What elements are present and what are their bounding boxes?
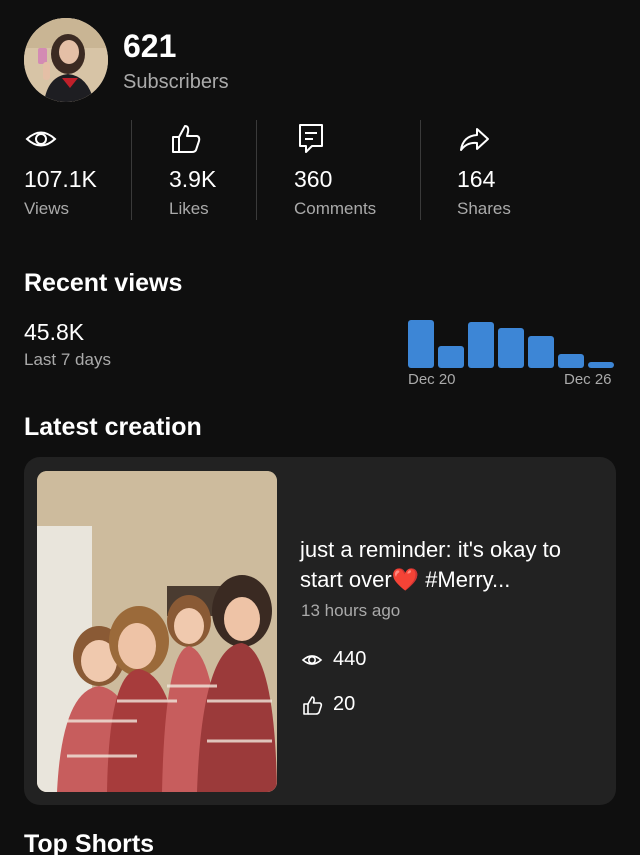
stat-views[interactable]: 107.1K Views [24,122,97,222]
avatar[interactable] [24,18,108,102]
stat-comments[interactable]: 360 Comments [294,122,376,222]
video-likes-value: 20 [333,693,356,715]
latest-creation-title: Latest creation [24,413,202,441]
chart-bar [528,336,554,368]
chart-start-label: Dec 20 [408,371,456,388]
video-views-value: 440 [333,648,367,670]
comment-icon [299,124,323,153]
stat-likes[interactable]: 3.9K Likes [169,122,216,222]
subscriber-label: Subscribers [123,71,229,93]
likes-value: 3.9K [169,166,217,192]
shares-value: 164 [457,166,496,192]
stat-divider [131,120,132,220]
stat-shares[interactable]: 164 Shares [457,122,511,222]
thumbnail-image [37,471,277,792]
eye-icon [25,131,57,147]
chart-bar [558,354,584,368]
chart-bar [498,328,524,368]
chart-end-label: Dec 26 [564,371,612,388]
video-thumbnail[interactable] [37,471,277,792]
video-likes: 20 [301,693,355,716]
subscriber-count: 621 [123,28,177,64]
recent-views-chart[interactable] [405,312,617,370]
video-title[interactable]: just a reminder: it's okay to start over… [300,535,600,595]
views-value: 107.1K [24,166,97,192]
likes-label: Likes [169,199,209,218]
recent-views-period: Last 7 days [24,350,111,369]
chart-bar [438,346,464,368]
analytics-page: 621 Subscribers 107.1K Views 3.9K Likes … [0,0,640,855]
comments-value: 360 [294,166,333,192]
recent-views-title: Recent views [24,269,183,297]
eye-icon [301,654,323,665]
thumbs-up-icon [172,125,201,153]
top-shorts-title: Top Shorts [24,830,155,855]
chart-bar [408,320,434,368]
comments-label: Comments [294,199,377,218]
stat-divider [420,120,421,220]
thumbs-up-icon [303,695,323,715]
views-label: Views [24,199,70,218]
video-posted-time: 13 hours ago [301,601,401,620]
avatar-image [24,18,108,102]
recent-views-value: 45.8K [24,319,85,345]
video-views: 440 [301,648,366,671]
share-icon [460,128,489,151]
chart-bar [588,362,614,368]
shares-label: Shares [457,199,511,218]
stat-divider [256,120,257,220]
chart-bar [468,322,494,368]
